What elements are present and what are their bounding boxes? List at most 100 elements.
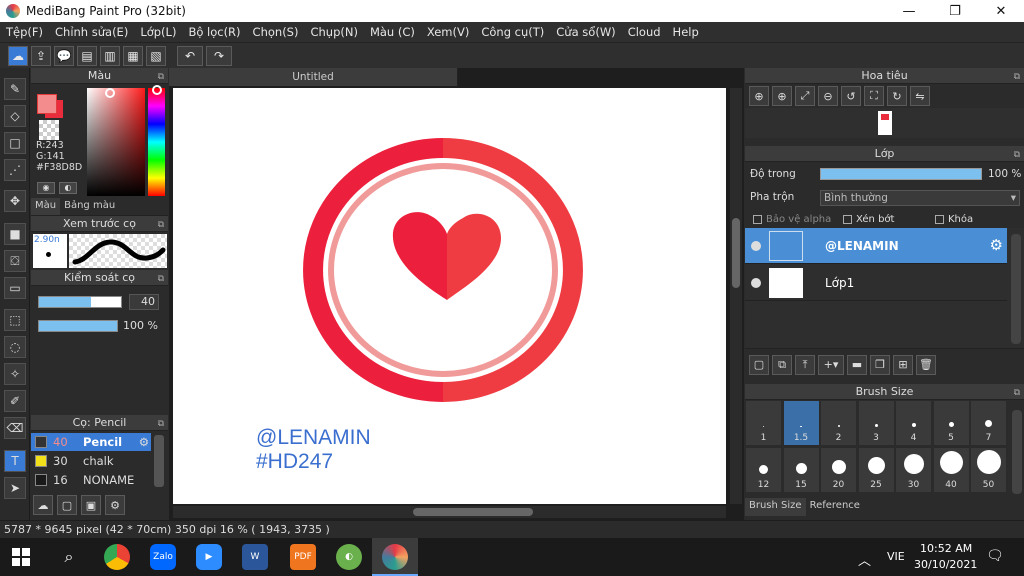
brush-size-cell[interactable]: 1.5 <box>782 400 820 446</box>
cloud-brush-icon[interactable]: ☁ <box>33 495 53 515</box>
brush-size-cell[interactable]: 2 <box>820 400 857 446</box>
new-layer-icon[interactable]: ▢ <box>749 354 769 375</box>
brush-size-value[interactable]: 40 <box>129 294 159 310</box>
alpha-protect-checkbox[interactable]: Bảo vệ alpha <box>753 214 831 225</box>
maximize-button[interactable]: ❐ <box>932 0 978 22</box>
transparent-color-swatch[interactable] <box>39 120 59 140</box>
canvas-vscroll-thumb[interactable] <box>732 218 740 288</box>
select-pen-tool-icon[interactable]: ✐ <box>4 390 26 412</box>
popout-icon[interactable]: ⧉ <box>158 217 164 233</box>
blend-mode-select[interactable]: Bình thường ▾ <box>820 190 1020 206</box>
brush-size-cell[interactable]: 12 <box>745 447 782 493</box>
canvas-hscroll-thumb[interactable] <box>413 508 533 516</box>
menu-view[interactable]: Xem(V) <box>421 25 475 39</box>
brush-size-cell[interactable]: 5 <box>932 400 970 446</box>
fit-icon[interactable]: ⤢ <box>795 86 815 106</box>
brush-size-slider[interactable] <box>38 296 122 308</box>
lock-checkbox[interactable]: Khóa <box>935 214 973 225</box>
menu-select[interactable]: Chọn(S) <box>247 25 305 39</box>
brush-size-cell[interactable]: 3 <box>857 400 895 446</box>
brush-size-cell[interactable]: 25 <box>857 447 895 493</box>
clipping-checkbox[interactable]: Xén bớt <box>843 214 894 225</box>
word-icon[interactable]: W <box>242 544 268 570</box>
upload-icon[interactable]: ⇪ <box>31 45 51 66</box>
magic-wand-tool-icon[interactable]: ✧ <box>4 363 26 385</box>
close-button[interactable]: ✕ <box>978 0 1024 22</box>
folder-icon[interactable]: ▬ <box>847 354 867 375</box>
add-brush-icon[interactable]: ▣ <box>81 495 101 515</box>
visibility-eye-icon[interactable] <box>751 277 761 288</box>
palette-mode-icon[interactable]: ◉ <box>37 182 55 194</box>
minimize-button[interactable]: — <box>886 0 932 22</box>
drawing-canvas[interactable]: @LENAMIN #HD247 <box>173 88 726 504</box>
text-tool-icon[interactable]: T <box>4 450 26 472</box>
chrome-icon[interactable] <box>104 544 130 570</box>
zoom-app-icon[interactable]: ▶ <box>196 544 222 570</box>
menu-snap[interactable]: Chụp(N) <box>304 25 363 39</box>
brush-item-pencil[interactable]: 40 Pencil ⚙ <box>31 433 151 451</box>
brush-size-cell[interactable]: 1 <box>745 400 782 446</box>
zoom-out-icon[interactable]: ⊖ <box>818 86 838 106</box>
zalo-icon[interactable]: Zalo <box>150 544 176 570</box>
zoom-in-icon[interactable]: ⊕ <box>772 86 792 106</box>
clock-date[interactable]: 30/10/2021 <box>914 558 977 571</box>
menu-cloud[interactable]: Cloud <box>622 25 667 39</box>
tab-palette[interactable]: Bảng màu <box>60 198 119 215</box>
layer-row-lenamin[interactable]: @LENAMIN ⚙ <box>745 228 1007 264</box>
rotate-right-icon[interactable]: ↻ <box>887 86 907 106</box>
grid-icon[interactable]: ▦ <box>123 45 143 66</box>
layer-row-lop1[interactable]: Lớp1 <box>745 265 1007 301</box>
tray-chevron-up-icon[interactable]: ︿ <box>858 550 871 569</box>
brush-item-noname[interactable]: 16 NONAME <box>31 471 151 489</box>
layer-settings-gear-icon[interactable]: ⚙ <box>990 236 1003 254</box>
notification-icon[interactable]: 🗨 <box>986 548 1004 564</box>
brush-settings-gear-icon[interactable]: ⚙ <box>139 435 149 449</box>
popout-icon[interactable]: ⧉ <box>158 271 164 287</box>
operation-tool-icon[interactable]: ➤ <box>4 477 26 499</box>
foreground-color-swatch[interactable] <box>37 94 57 114</box>
rectangle-tool-icon[interactable]: □ <box>4 132 26 154</box>
hue-slider[interactable] <box>148 88 165 196</box>
lasso-tool-icon[interactable]: ◌ <box>4 336 26 358</box>
menu-tools[interactable]: Công cụ(T) <box>475 25 550 39</box>
popout-icon[interactable]: ⧉ <box>1014 385 1020 401</box>
merge-layer-icon[interactable]: ⊞ <box>893 354 913 375</box>
search-icon[interactable]: ⌕ <box>56 544 82 570</box>
brush-size-cell[interactable]: 4 <box>895 400 932 446</box>
select-eraser-tool-icon[interactable]: ⌫ <box>4 417 26 439</box>
panels-icon[interactable]: ▧ <box>146 45 166 66</box>
duplicate-layer-icon[interactable]: ⧉ <box>772 354 792 375</box>
trash-icon[interactable]: 🗑 <box>916 354 936 375</box>
add-layer-menu-icon[interactable]: +▾ <box>818 354 844 375</box>
menu-color[interactable]: Màu (C) <box>364 25 421 39</box>
gradient-tool-icon[interactable]: ▭ <box>4 277 26 299</box>
brush-tool-icon[interactable]: ✎ <box>4 78 26 100</box>
zoom-icon[interactable]: ⊕ <box>749 86 769 106</box>
medibang-icon[interactable] <box>382 544 408 570</box>
new-brush-icon[interactable]: ▢ <box>57 495 77 515</box>
redo-icon[interactable]: ↷ <box>206 45 232 66</box>
comment-icon[interactable]: 💬 <box>54 45 74 66</box>
menu-edit[interactable]: Chỉnh sửa(E) <box>49 25 134 39</box>
cloud-icon[interactable]: ☁ <box>8 45 28 66</box>
clock-time[interactable]: 10:52 AM <box>920 542 972 555</box>
canvas-vertical-scrollbar[interactable] <box>730 88 742 504</box>
canvas-horizontal-scrollbar[interactable] <box>173 506 726 518</box>
menu-help[interactable]: Help <box>667 25 705 39</box>
brush-size-cell[interactable]: 20 <box>820 447 857 493</box>
brush-size-cell[interactable]: 50 <box>970 447 1007 493</box>
tab-brush-size[interactable]: Brush Size <box>745 498 806 516</box>
navigator-preview[interactable] <box>745 108 1024 138</box>
menu-file[interactable]: Tệp(F) <box>0 25 49 39</box>
popout-icon[interactable]: ⧉ <box>158 416 164 432</box>
share-icon[interactable]: ▤ <box>77 45 97 66</box>
brush-size-cell[interactable]: 40 <box>932 447 970 493</box>
layer-opacity-slider[interactable] <box>820 168 982 180</box>
import-layer-icon[interactable]: ⤒ <box>795 354 815 375</box>
move-tool-icon[interactable]: ✥ <box>4 190 26 212</box>
tab-reference[interactable]: Reference <box>806 498 864 516</box>
saturation-value-picker[interactable] <box>87 88 145 196</box>
menu-window[interactable]: Cửa sổ(W) <box>550 25 621 39</box>
popout-icon[interactable]: ⧉ <box>1014 69 1020 85</box>
tab-color[interactable]: Màu <box>31 198 61 215</box>
